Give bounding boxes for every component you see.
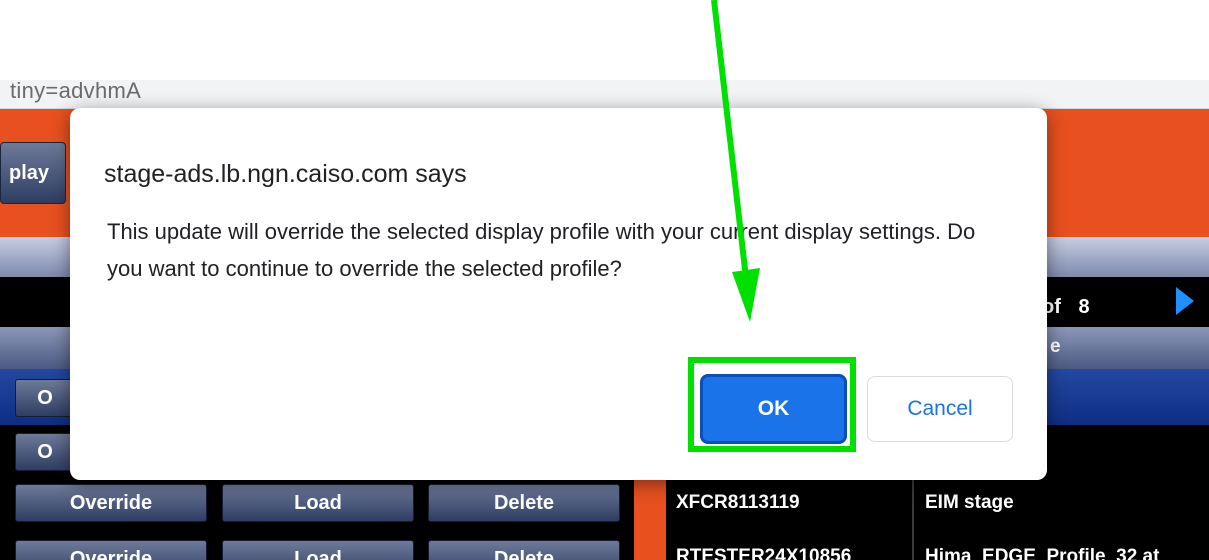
override-button[interactable]: Override (15, 540, 207, 560)
next-page-icon[interactable] (1176, 287, 1194, 315)
profile-name: EIM stage (925, 492, 1014, 513)
url-text: tiny=advhmA (10, 78, 142, 103)
pager-total: 8 (1078, 296, 1090, 318)
load-button[interactable]: Load (222, 540, 414, 560)
pointer-arrow-icon (711, 0, 760, 322)
profile-name: Hima_EDGE_Profile_32 at (925, 546, 1160, 560)
override-button[interactable]: O (15, 433, 75, 471)
browser-url-bar[interactable] (0, 80, 1209, 109)
dialog-message: This update will override the selected d… (107, 219, 976, 281)
confirm-dialog: stage-ads.lb.ngn.caiso.com says This upd… (70, 108, 1047, 480)
profile-id: XFCR8113119 (676, 492, 800, 513)
pager-label: of 8 (1042, 296, 1090, 319)
cancel-button[interactable]: Cancel (867, 376, 1013, 442)
load-button[interactable]: Load (222, 484, 414, 522)
delete-button[interactable]: Delete (428, 484, 620, 522)
delete-button[interactable]: Delete (428, 540, 620, 560)
dialog-title: stage-ads.lb.ngn.caiso.com says (104, 160, 467, 188)
ok-highlight-box (688, 357, 856, 452)
profile-id: RTESTER24X10856 (676, 546, 852, 560)
column-header-name: e (1050, 336, 1061, 357)
display-button[interactable]: play (0, 142, 66, 204)
override-button[interactable]: Override (15, 484, 207, 522)
override-button[interactable]: O (15, 379, 75, 417)
